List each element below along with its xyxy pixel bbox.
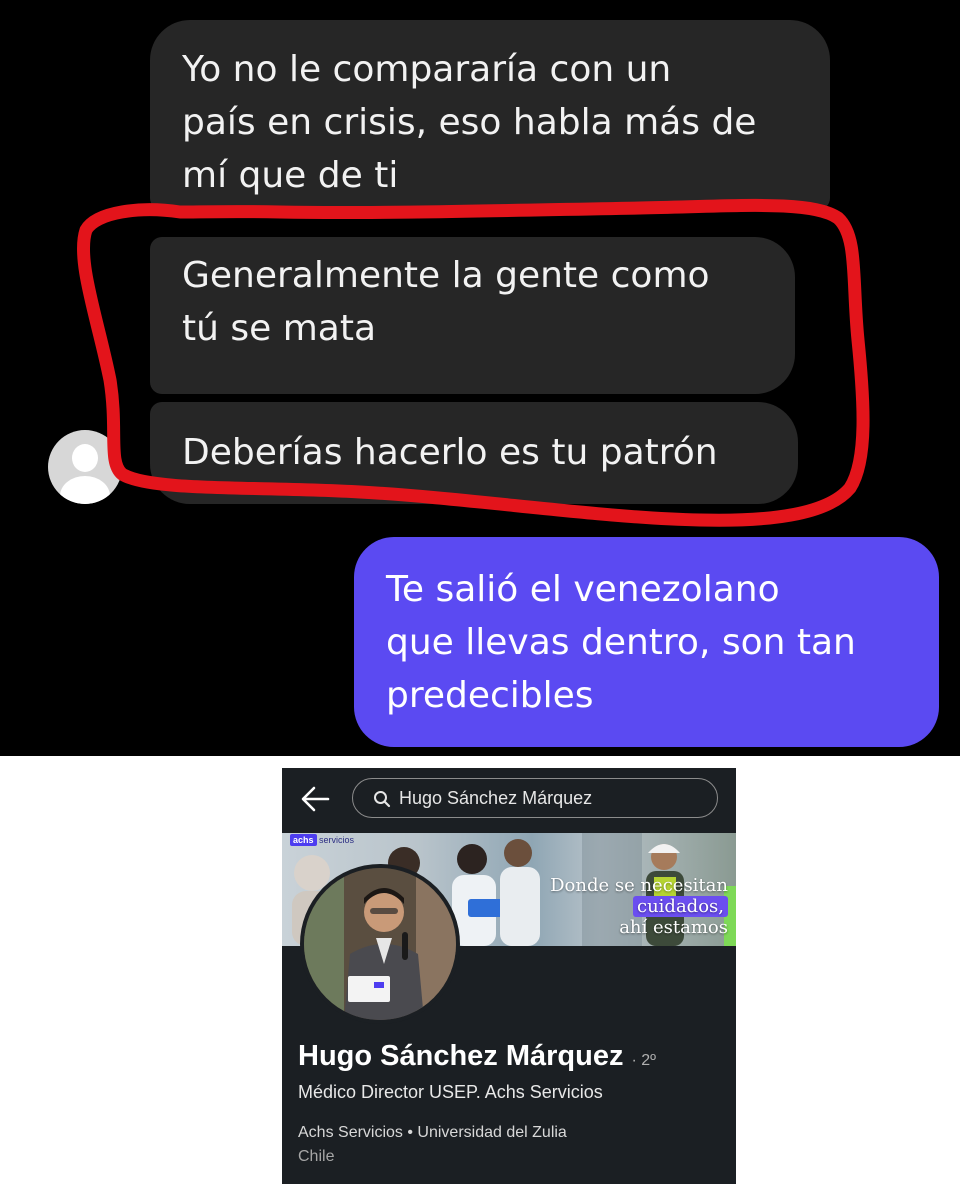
received-message-3: Deberías hacerlo es tu patrón xyxy=(150,402,798,504)
profile-location: Chile xyxy=(298,1148,335,1165)
search-icon xyxy=(374,791,391,808)
top-bar: Hugo Sánchez Márquez xyxy=(282,768,736,832)
profile-headline: Médico Director USEP. Achs Servicios xyxy=(298,1082,603,1102)
profile-photo[interactable] xyxy=(300,864,460,1024)
profile-card: Hugo Sánchez Márquez achs servicios Dond… xyxy=(282,768,736,1184)
search-query: Hugo Sánchez Márquez xyxy=(399,788,593,808)
profile-name-row: Hugo Sánchez Márquez · 2º xyxy=(298,1040,656,1073)
avatar-shoulders xyxy=(60,476,110,504)
profile-organizations[interactable]: Achs Servicios • Universidad del Zulia xyxy=(298,1124,567,1142)
banner-tagline-line-1: Donde se necesitan xyxy=(550,875,728,896)
avatar-head xyxy=(72,444,98,472)
sender-avatar-icon[interactable] xyxy=(48,430,122,504)
sent-message: Te salió el venezolano que llevas dentro… xyxy=(354,537,939,747)
received-message-2: Generalmente la gente como tú se mata xyxy=(150,237,795,394)
profile-photo-figure xyxy=(304,868,456,1020)
composite-screenshot: Yo no le compararía con un país en crisi… xyxy=(0,0,960,1200)
banner-tagline: Donde se necesitan cuidados, ahí estamos xyxy=(550,875,728,938)
profile-name: Hugo Sánchez Márquez xyxy=(298,1040,624,1072)
banner-tagline-line-3: ahí estamos xyxy=(619,917,728,938)
received-message-1: Yo no le compararía con un país en crisi… xyxy=(150,20,830,210)
connection-degree: · 2º xyxy=(631,1052,657,1069)
chat-conversation: Yo no le compararía con un país en crisi… xyxy=(0,0,960,756)
search-input[interactable]: Hugo Sánchez Márquez xyxy=(352,778,718,818)
back-arrow-icon[interactable] xyxy=(300,784,332,814)
banner-tagline-line-2: cuidados, xyxy=(632,896,728,917)
